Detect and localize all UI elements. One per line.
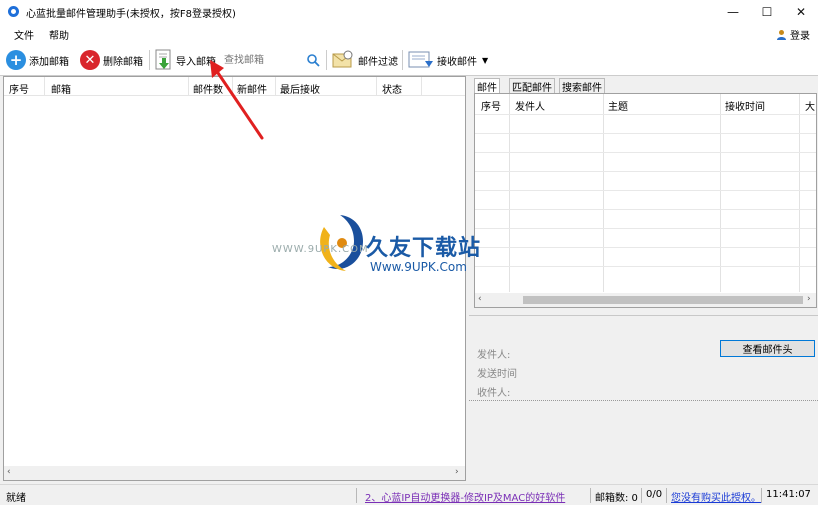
sender-label: 发件人: — [477, 350, 511, 361]
column-divider — [421, 77, 422, 95]
status-separator — [761, 488, 762, 503]
mail-filter-button[interactable]: 邮件过滤 — [331, 48, 398, 72]
recipient-label: 收件人: — [477, 388, 511, 399]
horizontal-scrollbar[interactable]: ‹ › — [475, 293, 816, 307]
add-mailbox-button[interactable]: + 添加邮箱 — [6, 48, 69, 72]
horizontal-scrollbar[interactable]: ‹ › — [4, 466, 465, 480]
menu-bar: 文件 帮助 登录 — [0, 23, 818, 44]
receive-mail-label: 接收邮件 — [437, 56, 477, 68]
receive-mail-button[interactable]: 接收邮件 ▼ — [408, 48, 488, 72]
col-header-sender[interactable]: 发件人 — [515, 98, 545, 113]
maximize-button[interactable]: ☐ — [750, 0, 784, 23]
mailbox-count: 邮箱数: 0 — [595, 493, 638, 504]
toolbar-separator — [326, 50, 327, 70]
delete-mailbox-button[interactable]: ✕ 删除邮箱 — [80, 48, 143, 72]
tab-mail[interactable]: 邮件 — [474, 78, 500, 94]
col-header-received-time[interactable]: 接收时间 — [725, 98, 765, 113]
col-header-index[interactable]: 序号 — [481, 98, 501, 113]
title-bar: 心蓝批量邮件管理助手(未授权，按F8登录授权) — ☐ ✕ — [0, 0, 818, 23]
status-separator — [590, 488, 591, 503]
watermark-brand: 久友下载站 — [366, 236, 482, 261]
window-title: 心蓝批量邮件管理助手(未授权，按F8登录授权) — [26, 9, 236, 20]
toolbar-separator — [402, 50, 403, 70]
col-header-index[interactable]: 序号 — [9, 81, 29, 96]
app-icon — [8, 6, 19, 17]
watermark-small-url: WWW.9UPK.COM — [272, 244, 369, 255]
delete-icon: ✕ — [80, 50, 100, 70]
column-divider — [603, 94, 604, 292]
menu-file[interactable]: 文件 — [14, 27, 34, 42]
status-bar: 就绪 2、心蓝IP自动更换器-修改IP及MAC的好软件 邮箱数: 0 0/0 您… — [0, 484, 818, 505]
column-divider — [376, 77, 377, 95]
add-mailbox-label: 添加邮箱 — [29, 56, 69, 68]
column-divider — [44, 77, 45, 95]
col-header-last-received[interactable]: 最后接收 — [280, 81, 320, 96]
panel-separator[interactable] — [469, 315, 818, 316]
mail-grid[interactable]: 序号 发件人 主题 接收时间 大 ‹ › — [474, 93, 817, 308]
send-time-label: 发送时间 — [477, 369, 517, 380]
license-link[interactable]: 您没有购买此授权。 — [671, 489, 761, 504]
user-icon — [777, 30, 786, 40]
grid-row-line — [475, 190, 816, 191]
close-button[interactable]: ✕ — [784, 0, 818, 23]
grid-row-line — [475, 114, 816, 115]
search-icon[interactable] — [306, 53, 320, 67]
grid-row-line — [475, 171, 816, 172]
grid-row-line — [475, 228, 816, 229]
ad-link[interactable]: 2、心蓝IP自动更换器-修改IP及MAC的好软件 — [365, 489, 565, 504]
tab-search-mail[interactable]: 搜索邮件 — [559, 78, 605, 94]
grid-row-line — [475, 152, 816, 153]
col-header-status[interactable]: 状态 — [382, 81, 402, 96]
column-divider — [799, 94, 800, 292]
minimize-button[interactable]: — — [716, 0, 750, 23]
toolbar: + 添加邮箱 ✕ 删除邮箱 导入邮箱 邮件过滤 — [0, 44, 818, 76]
annotation-arrow-icon — [210, 60, 264, 140]
grid-row-line — [475, 209, 816, 210]
login-label: 登录 — [790, 31, 810, 42]
scroll-right-icon[interactable]: › — [455, 467, 459, 477]
col-header-size[interactable]: 大 — [805, 98, 815, 113]
col-header-mailbox[interactable]: 邮箱 — [51, 81, 71, 96]
status-ready: 就绪 — [6, 493, 26, 504]
tab-matched-mail[interactable]: 匹配邮件 — [509, 78, 555, 94]
scrollbar-thumb[interactable] — [523, 296, 803, 304]
login-button[interactable]: 登录 — [776, 27, 810, 42]
receive-mail-icon — [408, 51, 433, 68]
delete-mailbox-label: 删除邮箱 — [103, 56, 143, 68]
status-separator — [666, 488, 667, 503]
scroll-left-icon[interactable]: ‹ — [478, 294, 482, 304]
mail-filter-label: 邮件过滤 — [358, 56, 398, 68]
column-divider — [509, 94, 510, 292]
mail-ratio: 0/0 — [646, 489, 663, 500]
grid-row-line — [475, 247, 816, 248]
col-header-subject[interactable]: 主题 — [608, 98, 628, 113]
column-divider — [720, 94, 721, 292]
grid-row-line — [475, 133, 816, 134]
filter-icon — [332, 50, 353, 68]
scroll-left-icon[interactable]: ‹ — [7, 467, 11, 477]
dropdown-arrow-icon[interactable]: ▼ — [482, 56, 488, 65]
status-time: 11:41:07 — [766, 489, 811, 500]
plus-icon: + — [6, 50, 26, 70]
status-separator — [356, 488, 357, 503]
import-icon — [155, 49, 171, 70]
grid-row-line — [475, 266, 816, 267]
dotted-divider — [469, 400, 818, 401]
menu-help[interactable]: 帮助 — [49, 27, 69, 42]
view-header-button[interactable]: 查看邮件头 — [720, 340, 815, 357]
status-separator — [641, 488, 642, 503]
toolbar-separator — [149, 50, 150, 70]
column-divider — [188, 77, 189, 95]
scroll-right-icon[interactable]: › — [807, 294, 811, 304]
watermark-url: Www.9UPK.Com — [370, 260, 467, 274]
